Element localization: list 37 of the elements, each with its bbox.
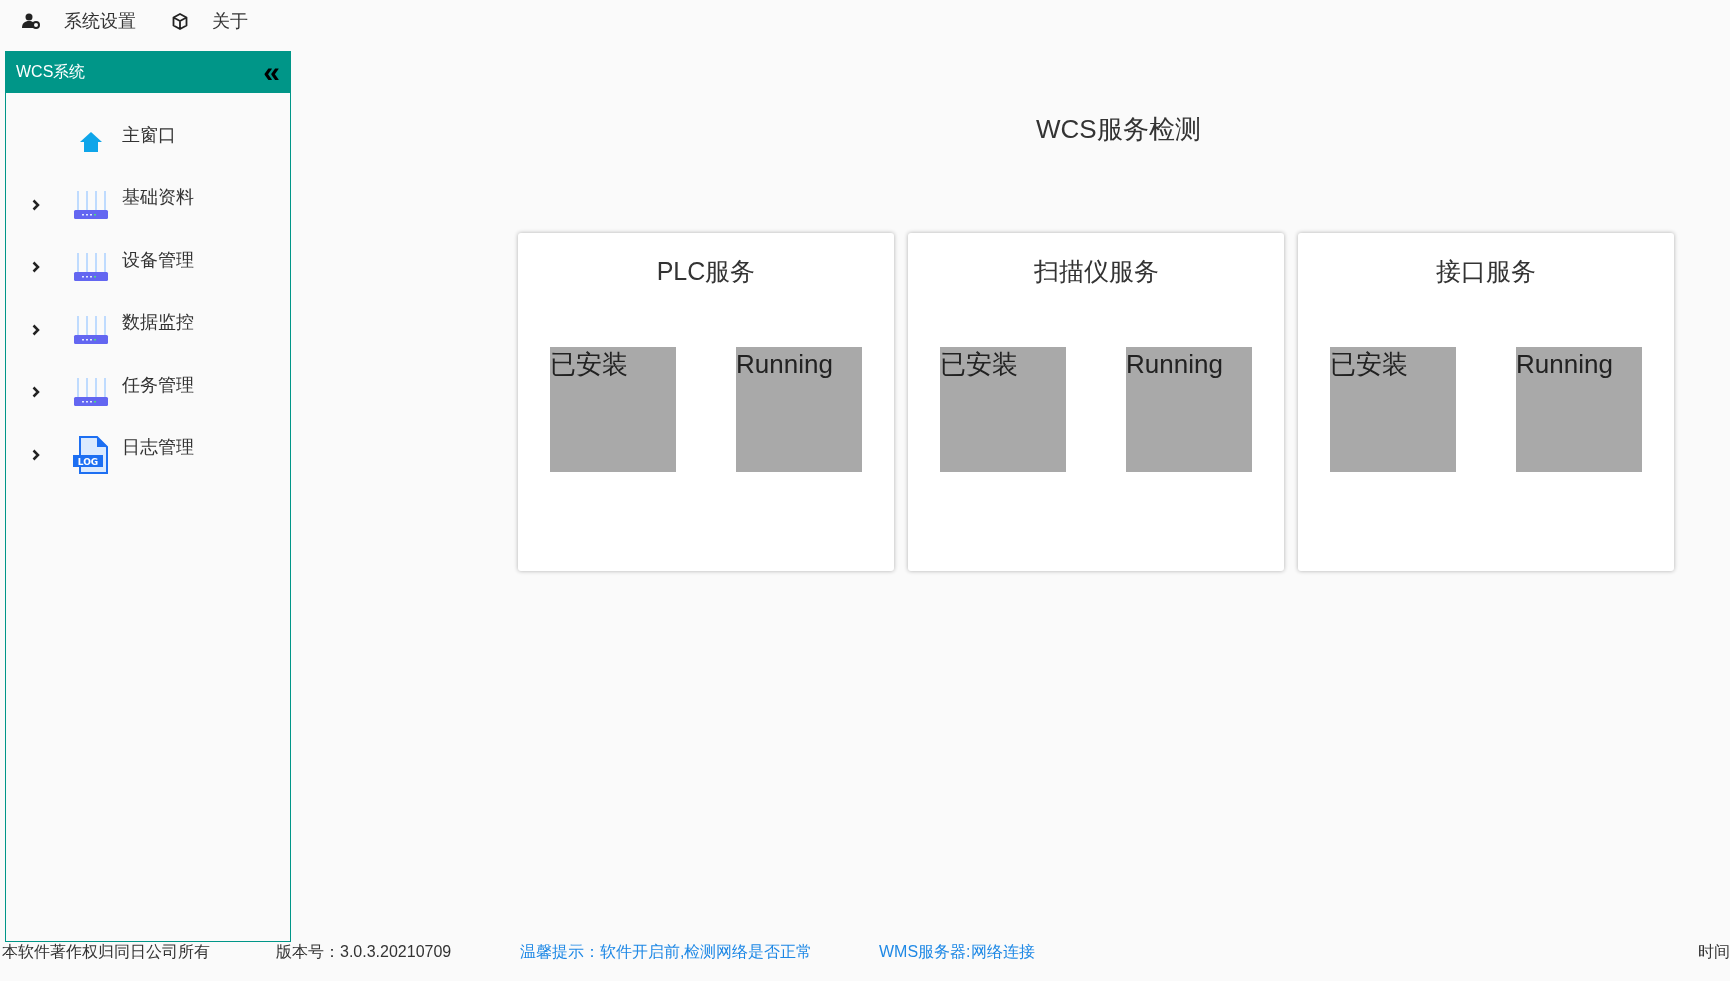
sidebar-title: WCS系统	[16, 62, 86, 82]
status-tile: Running	[736, 346, 862, 472]
chevron-right-icon	[32, 198, 40, 211]
router-icon	[73, 189, 109, 220]
status-tile: Running	[1516, 346, 1642, 472]
chevron-right-icon	[32, 261, 40, 274]
chevron-right-icon	[32, 386, 40, 399]
status-tile: 已安装	[940, 346, 1066, 472]
version-text: 版本号：3.0.3.20210709	[276, 942, 452, 962]
cube-icon	[172, 12, 188, 30]
chevron-right-icon	[32, 448, 40, 461]
sidebar-item[interactable]: 任务管理	[6, 361, 290, 424]
status-tile: 已安装	[1330, 346, 1456, 472]
sidebar-item[interactable]: 基础资料	[6, 173, 290, 236]
status-tile: 已安装	[550, 346, 676, 472]
collapse-button[interactable]: «	[263, 57, 280, 87]
home-icon	[79, 131, 103, 154]
time-label: 时间	[1698, 942, 1730, 962]
page-title: WCS服务检测	[1036, 113, 1201, 146]
copyright-text: 本软件著作权归同日公司所有	[2, 942, 210, 962]
sidebar-item[interactable]: 主窗口	[6, 111, 290, 174]
router-icon	[73, 314, 109, 345]
router-icon	[73, 377, 109, 408]
status-tile: Running	[1126, 346, 1252, 472]
server-status-text: WMS服务器:网络连接	[879, 942, 1035, 962]
chevron-right-icon	[32, 323, 40, 336]
sidebar-item[interactable]: 数据监控	[6, 298, 290, 361]
sidebar-item[interactable]: 设备管理	[6, 236, 290, 299]
menu-item[interactable]: 系统设置	[22, 7, 136, 35]
menu-item[interactable]: 关于	[172, 7, 248, 35]
card-title: 扫描仪服务	[1033, 256, 1159, 287]
router-icon	[73, 252, 109, 283]
sidebar-item[interactable]: LOG 日志管理	[6, 423, 290, 486]
card-title: 接口服务	[1436, 256, 1536, 287]
card-title: PLC服务	[656, 256, 756, 287]
tip-text: 温馨提示：软件开启前,检测网络是否正常	[520, 942, 813, 962]
user-settings-icon	[22, 13, 40, 29]
